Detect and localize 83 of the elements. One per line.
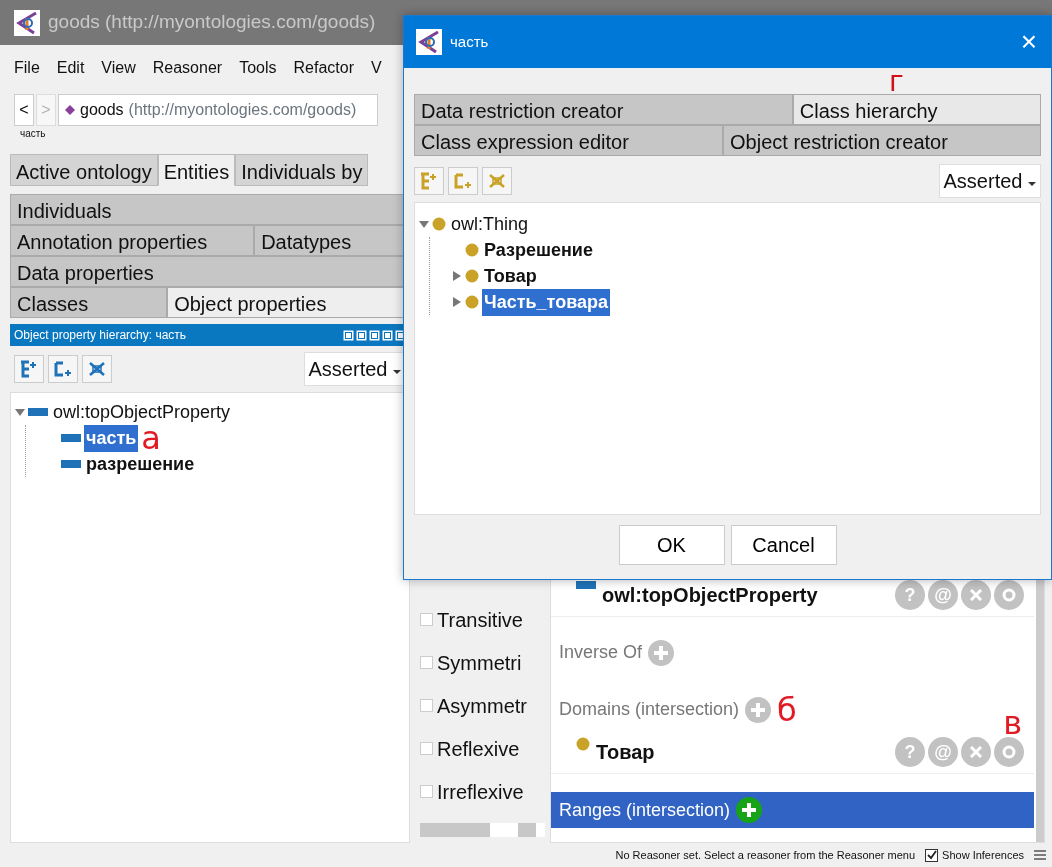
menu-item[interactable]: Refactor [293,55,354,80]
class-icon [432,217,446,231]
tab[interactable]: Classes [10,287,168,318]
ring-icon [1002,745,1016,759]
expand-toggle-icon[interactable] [452,271,462,281]
add-sibling-icon[interactable] [453,172,473,190]
mode-dropdown[interactable]: Asserted [938,164,1041,198]
delete-button[interactable] [961,580,991,610]
class-icon [465,269,479,283]
logo-icon [14,9,40,36]
property-icon [61,459,81,469]
tree-item[interactable]: owl:topObjectProperty [51,398,233,426]
tree-item[interactable]: Товар [482,262,539,290]
class-icon [576,737,590,751]
entry-label: Товар [596,740,655,765]
class-icon [465,243,479,257]
edit-button[interactable] [994,737,1024,767]
scrollbar[interactable] [420,823,545,837]
checkbox-label: Show Inferences [942,847,1024,863]
panel-title: Object property hierarchy: часть [14,327,187,344]
class-icon [465,295,479,309]
checkbox-label: Irreflexive [437,779,524,805]
window-title: goods (http://myontologies.com/goods) [48,10,376,35]
tab[interactable]: Class hierarchy [792,94,1041,125]
annotation-letter: г [889,72,904,92]
expand-toggle-icon[interactable] [419,219,429,229]
scrollbar-button[interactable] [518,823,536,837]
menu-item[interactable]: Tools [239,55,277,80]
tab[interactable]: Class expression editor [414,125,723,156]
tab[interactable]: Object restriction creator [723,125,1041,156]
ring-icon [1002,588,1016,602]
add-icon[interactable] [736,797,763,823]
tree-item[interactable]: Разрешение [482,236,595,264]
entry-label: owl:topObjectProperty [602,583,818,608]
expand-toggle-icon[interactable] [452,297,462,307]
menu-item[interactable]: View [101,55,136,80]
tab[interactable]: Active ontology [10,154,158,186]
delete-button[interactable] [961,737,991,767]
dialog-button[interactable]: OK [618,525,725,565]
tab[interactable]: Individuals by [235,154,369,186]
section-title: Inverse Of [559,641,643,664]
dialog-title: часть [450,31,489,52]
checkbox-label: Symmetri [437,650,522,676]
tree-item[interactable]: Часть_товара [482,288,610,316]
tab[interactable]: Annotation properties [10,225,255,256]
delete-icon[interactable] [87,360,107,378]
add-subitem-icon[interactable] [419,172,439,190]
menu-item[interactable]: V [370,55,382,80]
expand-toggle-icon[interactable] [15,407,25,417]
list-icon[interactable] [1034,849,1046,861]
close-button[interactable]: × [1016,28,1041,56]
add-sibling-icon[interactable] [53,360,73,378]
status-message: No Reasoner set. Select a reasoner from the Reasoner menu [615,847,916,863]
tab[interactable]: Entities [157,154,236,186]
property-icon [576,580,596,590]
menu-item[interactable]: Reasoner [152,55,223,80]
dialog-button[interactable]: Cancel [730,525,837,565]
logo-icon [416,29,442,55]
property-icon [28,407,48,417]
section-title: Ranges (intersection) [559,798,731,822]
checkbox-label: Asymmetr [437,693,527,719]
ontology-field: goods (http://myontologies.com/goods) [58,94,378,126]
edit-button[interactable] [994,580,1024,610]
mode-dropdown[interactable]: Asserted [303,352,406,386]
back-button[interactable]: < [14,94,34,126]
annotation-letter: а [141,428,161,448]
menu-item[interactable]: File [14,55,40,80]
delete-icon[interactable] [487,172,507,190]
checkmark-icon [926,850,937,860]
add-subitem-icon[interactable] [19,360,39,378]
tree-item[interactable]: owl:Thing [449,210,531,238]
scrollbar-thumb[interactable] [420,823,490,837]
section-title: Domains (intersection) [559,698,740,721]
annotation-letter: в [1003,713,1022,733]
checkbox-label: Reflexive [437,736,520,762]
menu-item[interactable]: Edit [56,55,85,80]
tree-item[interactable]: часть [84,424,139,452]
checkbox-label: Transitive [437,607,523,633]
property-icon [61,433,81,443]
checkbox[interactable] [925,848,939,862]
tab[interactable]: Data restriction creator [414,94,793,125]
tree-item[interactable]: разрешение [84,450,197,478]
diamond-icon [65,105,75,115]
